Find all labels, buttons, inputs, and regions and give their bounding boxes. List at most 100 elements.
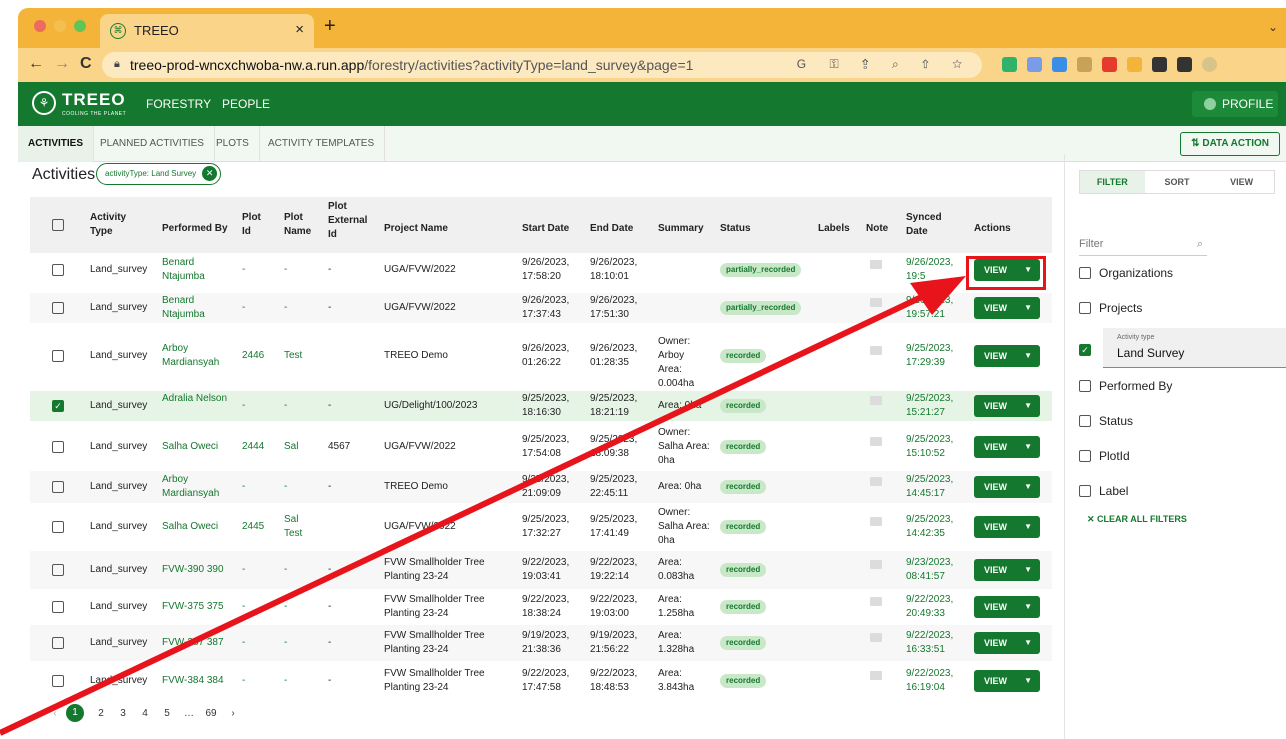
table-row[interactable]: Land_survey Benard Ntajumba - - - UGA/FVW/202… bbox=[30, 293, 1052, 323]
note-icon[interactable] bbox=[870, 437, 882, 446]
checkbox[interactable] bbox=[1079, 302, 1091, 314]
performed-by-link[interactable]: FVW-375 375 bbox=[162, 600, 232, 614]
row-checkbox[interactable] bbox=[52, 441, 64, 453]
header-performed-by[interactable]: Performed By bbox=[162, 222, 228, 236]
table-row[interactable]: Land_survey FVW-375 375- - - FVW Smallholder… bbox=[30, 591, 1052, 623]
note-icon[interactable] bbox=[870, 477, 882, 486]
new-tab-button[interactable]: + bbox=[324, 15, 336, 38]
caret-down-icon[interactable]: ▼ bbox=[1024, 559, 1032, 581]
performed-by-link[interactable]: Arboy Mardiansyah bbox=[162, 473, 232, 501]
page-2-button[interactable]: 2 bbox=[90, 708, 112, 719]
extension-icon[interactable] bbox=[1077, 57, 1092, 72]
view-button[interactable]: VIEW ▼ bbox=[974, 436, 1040, 458]
chevron-down-icon[interactable]: ⌄ bbox=[1268, 20, 1278, 34]
note-icon[interactable] bbox=[870, 346, 882, 355]
row-checkbox[interactable] bbox=[52, 564, 64, 576]
clear-all-filters-button[interactable]: ✕ CLEAR ALL FILTERS bbox=[1087, 514, 1187, 525]
view-button[interactable]: VIEW ▼ bbox=[974, 670, 1040, 692]
address-bar[interactable]: 🔒︎ treeo-prod-wncxchwoba-nw.a.run.app/fo… bbox=[102, 52, 982, 78]
row-checkbox[interactable] bbox=[52, 302, 64, 314]
extension-icon[interactable] bbox=[1002, 57, 1017, 72]
table-row[interactable]: Land_survey Salha Oweci 2445 Sal Test UGA/FV… bbox=[30, 505, 1052, 549]
row-checkbox[interactable] bbox=[52, 350, 64, 362]
minimize-window-button[interactable] bbox=[54, 20, 66, 32]
avatar[interactable] bbox=[1202, 57, 1217, 72]
header-synced-date[interactable]: Synced Date bbox=[906, 211, 946, 239]
view-button[interactable]: VIEW ▼ bbox=[974, 476, 1040, 498]
plot-name-link[interactable]: - bbox=[284, 563, 314, 577]
plot-name-link[interactable]: Sal Test bbox=[284, 513, 314, 541]
view-button[interactable]: VIEW ▼ bbox=[974, 516, 1040, 538]
back-button[interactable]: ← bbox=[28, 55, 44, 73]
filter-label[interactable]: Label bbox=[1079, 484, 1128, 498]
caret-down-icon[interactable]: ▼ bbox=[1024, 670, 1032, 692]
nav-people[interactable]: PEOPLE bbox=[222, 97, 270, 111]
header-plot-external-id[interactable]: Plot External Id bbox=[328, 200, 372, 242]
plot-id-link[interactable]: - bbox=[242, 399, 245, 413]
plot-name-link[interactable]: Test bbox=[284, 349, 314, 363]
performed-by-link[interactable]: FVW-384 384 bbox=[162, 674, 232, 688]
performed-by-link[interactable]: Arboy Mardiansyah bbox=[162, 342, 232, 370]
performed-by-link[interactable]: FVW-387 387 bbox=[162, 636, 232, 650]
header-end-date[interactable]: End Date bbox=[590, 222, 633, 236]
filter-plotid[interactable]: PlotId bbox=[1079, 449, 1130, 463]
page-69-button[interactable]: 69 bbox=[200, 708, 222, 719]
row-checkbox[interactable] bbox=[52, 481, 64, 493]
caret-down-icon[interactable]: ▼ bbox=[1024, 516, 1032, 538]
plot-id-link[interactable]: - bbox=[242, 600, 245, 614]
caret-down-icon[interactable]: ▼ bbox=[1024, 436, 1032, 458]
table-row[interactable]: Land_survey FVW-387 387- - - FVW Smallholder… bbox=[30, 625, 1052, 661]
drive-icon[interactable] bbox=[1052, 57, 1067, 72]
filter-search-input[interactable]: Filter ⌕ bbox=[1079, 238, 1207, 256]
filter-activity-type[interactable]: ✓ bbox=[1079, 340, 1099, 356]
note-icon[interactable] bbox=[870, 597, 882, 606]
header-status[interactable]: Status bbox=[720, 222, 751, 236]
plot-id-link[interactable]: 2446 bbox=[242, 349, 264, 363]
header-start-date[interactable]: Start Date bbox=[522, 222, 569, 236]
table-row[interactable]: Land_survey Arboy Mardiansyah 2446 Test TREE… bbox=[30, 325, 1052, 389]
tab-activity-templates[interactable]: ACTIVITY TEMPLATES bbox=[258, 126, 386, 162]
page-4-button[interactable]: 4 bbox=[134, 708, 156, 719]
header-activity-type[interactable]: Activity Type bbox=[90, 211, 140, 239]
table-row[interactable]: Land_survey Salha Oweci 2444 Sal 4567 UGA/FVW… bbox=[30, 425, 1052, 469]
header-summary[interactable]: Summary bbox=[658, 222, 704, 236]
note-icon[interactable] bbox=[870, 396, 882, 405]
next-page-button[interactable]: › bbox=[222, 708, 244, 719]
sidebar-icon[interactable] bbox=[1177, 57, 1192, 72]
filter-performed-by[interactable]: Performed By bbox=[1079, 379, 1172, 393]
plot-id-link[interactable]: - bbox=[242, 636, 245, 650]
table-row[interactable]: Land_survey FVW-390 390- - - FVW Smallholder… bbox=[30, 551, 1052, 589]
page-3-button[interactable]: 3 bbox=[112, 708, 134, 719]
plot-id-link[interactable]: - bbox=[242, 263, 245, 277]
filter-projects[interactable]: Projects bbox=[1079, 301, 1142, 315]
header-note[interactable]: Note bbox=[866, 222, 888, 236]
forward-button[interactable]: → bbox=[54, 55, 70, 73]
plot-name-link[interactable]: - bbox=[284, 263, 314, 277]
tab-view[interactable]: VIEW bbox=[1209, 171, 1274, 193]
nav-forestry[interactable]: FORESTRY bbox=[146, 97, 211, 111]
plot-name-link[interactable]: - bbox=[284, 480, 314, 494]
table-row[interactable]: ✓ Land_survey Adralia Nelson - - - UG/Delight/… bbox=[30, 391, 1052, 421]
row-checkbox[interactable] bbox=[52, 601, 64, 613]
tab-close-button[interactable]: × bbox=[295, 21, 304, 38]
caret-down-icon[interactable]: ▼ bbox=[1024, 632, 1032, 654]
reload-button[interactable]: C bbox=[80, 55, 92, 73]
plot-id-link[interactable]: 2444 bbox=[242, 440, 264, 454]
tab-sort[interactable]: SORT bbox=[1145, 171, 1210, 193]
header-labels[interactable]: Labels bbox=[818, 222, 850, 236]
header-project-name[interactable]: Project Name bbox=[384, 222, 448, 236]
checkbox[interactable] bbox=[1079, 267, 1091, 279]
view-button[interactable]: VIEW ▼ bbox=[974, 559, 1040, 581]
chip-remove-icon[interactable]: ✕ bbox=[202, 166, 218, 181]
plot-id-link[interactable]: 2445 bbox=[242, 520, 264, 534]
plot-id-link[interactable]: - bbox=[242, 674, 245, 688]
note-icon[interactable] bbox=[870, 298, 882, 307]
note-icon[interactable] bbox=[870, 560, 882, 569]
performed-by-link[interactable]: Salha Oweci bbox=[162, 520, 232, 534]
select-all-checkbox[interactable] bbox=[52, 219, 64, 231]
row-checkbox[interactable] bbox=[52, 637, 64, 649]
view-button[interactable]: VIEW ▼ bbox=[974, 345, 1040, 367]
header-plot-id[interactable]: Plot Id bbox=[242, 211, 266, 239]
row-checkbox[interactable] bbox=[52, 521, 64, 533]
plot-id-link[interactable]: - bbox=[242, 301, 245, 315]
